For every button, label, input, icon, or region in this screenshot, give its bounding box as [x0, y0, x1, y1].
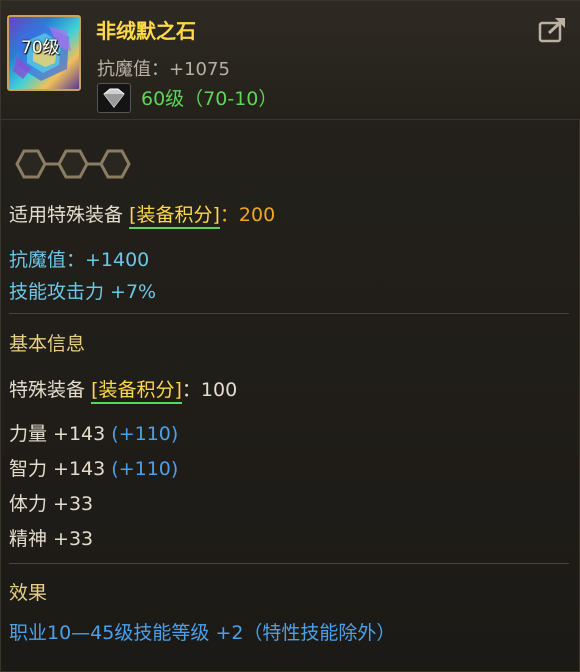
stat-row-intelligence: 智力 +143 (+110) — [9, 454, 178, 481]
socket-row — [15, 147, 135, 181]
stat-name: 精神 +33 — [9, 528, 94, 550]
stat-bonus: (+110) — [111, 458, 179, 480]
basic-special-line: 特殊装备 [装备积分]：100 — [9, 375, 238, 404]
stat-name: 体力 +33 — [9, 493, 94, 515]
socket-icon — [15, 149, 47, 179]
stat-name: 智力 +143 — [9, 458, 106, 480]
special-tag[interactable]: [装备积分] — [129, 204, 220, 229]
socket-icon — [99, 149, 131, 179]
item-resist: 抗魔值：+1075 — [97, 59, 230, 80]
basic-special-value: ：100 — [181, 379, 238, 401]
share-icon[interactable] — [537, 15, 567, 45]
special-label: 适用特殊装备 — [9, 204, 124, 226]
divider — [9, 563, 569, 564]
effect-text: 职业10—45级技能等级 +2（特性技能除外） — [9, 622, 396, 644]
gem-level: 60级（70-10） — [141, 88, 278, 110]
stat-magic-resist: 抗魔值：+1400 — [9, 249, 150, 271]
stat-row-vitality: 体力 +33 — [9, 489, 93, 516]
item-name: 非绒默之石 — [96, 19, 196, 43]
stat-bonus: (+110) — [111, 423, 179, 445]
basic-special-label: 特殊装备 — [9, 379, 86, 401]
stat-row-spirit: 精神 +33 — [9, 524, 93, 551]
stat-name: 力量 +143 — [9, 423, 106, 445]
tooltip-header: 70级 非绒默之石 抗魔值：+1075 60级（70-10） — [1, 1, 580, 120]
effect-heading: 效果 — [9, 582, 48, 604]
stat-row-strength: 力量 +143 (+110) — [9, 419, 178, 446]
special-score: ：200 — [219, 204, 276, 226]
stat-skill-attack: 技能攻击力 +7% — [9, 281, 157, 303]
item-level-badge: 70级 — [21, 38, 60, 58]
gem-icon — [97, 83, 131, 113]
item-tooltip: 70级 非绒默之石 抗魔值：+1075 60级（70-10） 适用特殊装备 [装… — [0, 0, 580, 672]
special-equipment-line: 适用特殊装备 [装备积分]：200 — [9, 200, 276, 229]
crystal-item-icon: 70级 — [7, 15, 81, 91]
divider — [9, 313, 569, 314]
basic-info-heading: 基本信息 — [9, 333, 86, 355]
socket-icon — [57, 149, 89, 179]
basic-special-tag[interactable]: [装备积分] — [91, 379, 182, 404]
